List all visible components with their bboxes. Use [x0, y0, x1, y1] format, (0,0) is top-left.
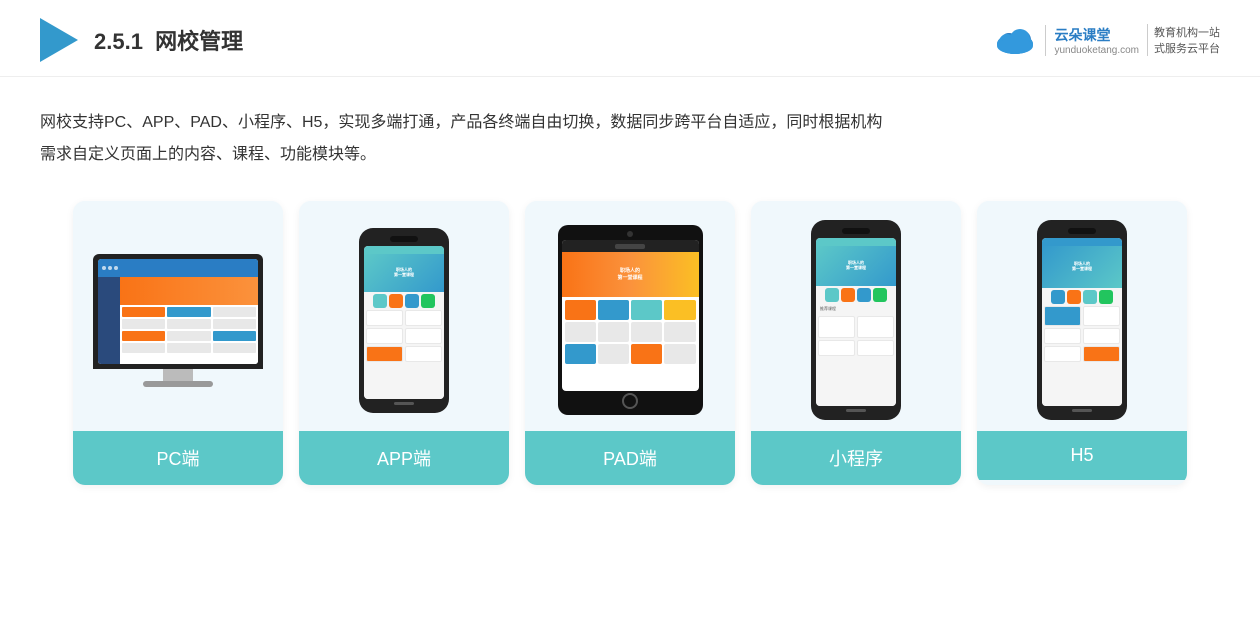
brand-domain: yunduoketang.com — [1054, 45, 1139, 56]
phone-status-bar — [364, 246, 444, 254]
app-phone-icon: 职场人的第一堂课程 — [359, 228, 449, 413]
card-app-image: 职场人的第一堂课程 — [299, 201, 509, 431]
mp-phone-screen: 职场人的第一堂课程 推荐课程 — [816, 238, 896, 406]
logo-triangle-icon — [40, 18, 78, 62]
phone-card-row2 — [366, 328, 442, 344]
phone-card-row3 — [366, 346, 442, 362]
mp-status-bar — [816, 238, 896, 246]
desc-line1: 网校支持PC、APP、PAD、小程序、H5，实现多端打通，产品各终端自由切换，数… — [40, 107, 1220, 139]
tablet-grid — [562, 297, 699, 367]
phone-body — [364, 292, 444, 399]
cards-container: PC端 职场人的第一堂课程 — [0, 181, 1260, 515]
brand-slogan-group: 教育机构一站 式服务云平台 — [1147, 24, 1220, 56]
card-miniprogram-image: 职场人的第一堂课程 推荐课程 — [751, 201, 961, 431]
card-pc-image — [73, 201, 283, 431]
tablet-icon: 职场人的第一堂课程 — [558, 225, 703, 415]
desc-line2: 需求自定义页面上的内容、课程、功能模块等。 — [40, 139, 1220, 171]
card-app-label: APP端 — [299, 431, 509, 485]
card-h5: 职场人的第一堂课程 — [977, 201, 1187, 485]
brand-text-group: 云朵课堂 yunduoketang.com — [1045, 25, 1139, 56]
h5-hero: 职场人的第一堂课程 — [1042, 246, 1122, 288]
brand-slogan2: 式服务云平台 — [1154, 40, 1220, 56]
tablet-home-btn — [622, 393, 638, 409]
description-block: 网校支持PC、APP、PAD、小程序、H5，实现多端打通，产品各终端自由切换，数… — [0, 77, 1260, 181]
mp-phone-notch — [842, 228, 870, 234]
pc-monitor-icon — [93, 254, 263, 387]
phone-icon2 — [389, 294, 403, 308]
brand-name: 云朵课堂 — [1054, 25, 1139, 45]
cloud-icon — [993, 22, 1037, 58]
header-right: 云朵课堂 yunduoketang.com 教育机构一站 式服务云平台 — [993, 22, 1220, 58]
card-app: 职场人的第一堂课程 — [299, 201, 509, 485]
tablet-camera — [627, 231, 633, 237]
card-miniprogram: 职场人的第一堂课程 推荐课程 — [751, 201, 961, 485]
section-number: 2.5.1 — [94, 29, 143, 54]
h5-notch — [1068, 228, 1096, 234]
card-pc: PC端 — [73, 201, 283, 485]
phone-screen: 职场人的第一堂课程 — [364, 246, 444, 399]
card-h5-label: H5 — [977, 431, 1187, 480]
card-pad-label: PAD端 — [525, 431, 735, 485]
header: 2.5.1 网校管理 云朵课堂 yunduoketang.com — [0, 0, 1260, 77]
page-title: 2.5.1 网校管理 — [94, 24, 243, 56]
title-text: 网校管理 — [155, 29, 243, 54]
card-pc-label: PC端 — [73, 431, 283, 485]
phone-icons-row — [366, 294, 442, 308]
page-container: 2.5.1 网校管理 云朵课堂 yunduoketang.com — [0, 0, 1260, 630]
h5-phone-icon: 职场人的第一堂课程 — [1037, 220, 1127, 420]
phone-icon4 — [421, 294, 435, 308]
phone-home-btn — [394, 402, 414, 405]
card-pad: 职场人的第一堂课程 — [525, 201, 735, 485]
tablet-hero: 职场人的第一堂课程 — [562, 252, 699, 297]
brand-logo: 云朵课堂 yunduoketang.com 教育机构一站 式服务云平台 — [993, 22, 1220, 58]
header-left: 2.5.1 网校管理 — [40, 18, 243, 62]
h5-screen: 职场人的第一堂课程 — [1042, 238, 1122, 406]
h5-body — [1042, 288, 1122, 406]
card-pad-image: 职场人的第一堂课程 — [525, 201, 735, 431]
card-h5-image: 职场人的第一堂课程 — [977, 201, 1187, 431]
h5-status — [1042, 238, 1122, 246]
h5-home-btn — [1072, 409, 1092, 412]
phone-icon3 — [405, 294, 419, 308]
tablet-top-bar — [562, 240, 699, 252]
phone-icon1 — [373, 294, 387, 308]
tablet-screen: 职场人的第一堂课程 — [562, 240, 699, 391]
phone-hero: 职场人的第一堂课程 — [364, 254, 444, 292]
mp-hero: 职场人的第一堂课程 — [816, 246, 896, 286]
phone-notch — [390, 236, 418, 242]
miniprogram-phone-icon: 职场人的第一堂课程 推荐课程 — [811, 220, 901, 420]
brand-slogan1: 教育机构一站 — [1154, 24, 1220, 40]
phone-card-row1 — [366, 310, 442, 326]
mp-body: 推荐课程 — [816, 286, 896, 406]
card-miniprogram-label: 小程序 — [751, 431, 961, 485]
mp-home-btn — [846, 409, 866, 412]
